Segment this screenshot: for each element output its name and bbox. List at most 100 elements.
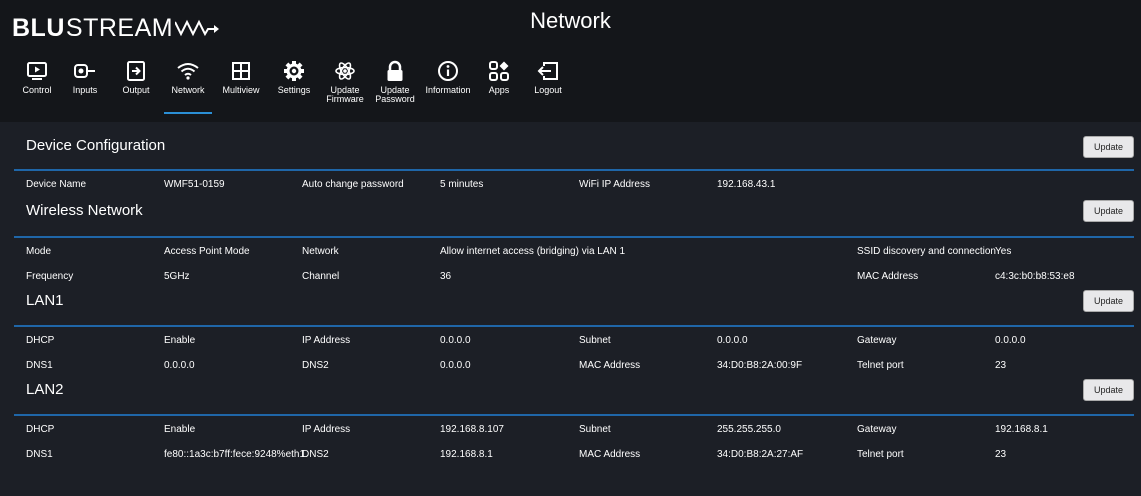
value-wifi-ip: 192.168.43.1 (717, 179, 776, 190)
update-device-config-button[interactable]: Update (1082, 136, 1134, 158)
device-config-row: Device Name WMF51-0159 Auto change passw… (14, 171, 1134, 196)
lan1-header: LAN1 Update (14, 288, 1134, 322)
label-dns2: DNS2 (302, 360, 329, 371)
multiview-icon (232, 62, 250, 80)
value-subnet: 0.0.0.0 (717, 335, 748, 346)
label-device-name: Device Name (26, 179, 87, 190)
nav-label-update-firmware-text: Update Firmware (326, 85, 364, 104)
value-mode: Access Point Mode (164, 246, 250, 257)
value-dns1: fe80::1a3c:b7ff:fece:9248%eth1 (164, 449, 306, 460)
nav-network[interactable]: Network (162, 56, 214, 116)
top-header: BLU STREAM Network Control Inputs Output … (0, 0, 1141, 122)
value-gateway: 192.168.8.1 (995, 424, 1048, 435)
apps-icon (489, 61, 509, 81)
section-title-lan1: LAN1 (26, 292, 64, 309)
wireless-row-2: Frequency 5GHz Channel 36 MAC Address c4… (14, 263, 1134, 288)
value-mac-address: 34:D0:B8:2A:00:9F (717, 360, 803, 371)
nav-label-control: Control (22, 85, 52, 95)
nav-output[interactable]: Output (110, 56, 162, 116)
label-telnet-port: Telnet port (857, 449, 904, 460)
label-ip-address: IP Address (302, 335, 351, 346)
section-title-wireless: Wireless Network (26, 202, 143, 219)
label-ip-address: IP Address (302, 424, 351, 435)
nav-label-update-password: Update Password (375, 86, 415, 104)
atom-icon (335, 62, 355, 80)
label-mac-address: MAC Address (857, 271, 919, 282)
value-mac-address: 34:D0:B8:2A:27:AF (717, 449, 804, 460)
nav-label-network: Network (171, 85, 205, 95)
label-network: Network (302, 246, 339, 257)
nav-label-output: Output (122, 85, 150, 95)
device-config-header: Device Configuration Update (14, 128, 1134, 166)
value-subnet: 255.255.255.0 (717, 424, 781, 435)
label-wifi-ip: WiFi IP Address (579, 179, 650, 190)
nav-label-logout: Logout (534, 85, 562, 95)
value-frequency: 5GHz (164, 271, 190, 282)
label-telnet-port: Telnet port (857, 360, 904, 371)
nav-control[interactable]: Control (14, 56, 60, 116)
label-dhcp: DHCP (26, 424, 55, 435)
lan1-row-2: DNS1 0.0.0.0 DNS2 0.0.0.0 MAC Address 34… (14, 352, 1134, 377)
nav-label-multiview: Multiview (222, 85, 260, 95)
value-telnet-port: 23 (995, 360, 1007, 371)
label-mode: Mode (26, 246, 52, 257)
output-icon (127, 61, 145, 81)
label-auto-change-password: Auto change password (302, 179, 404, 190)
value-dns2: 192.168.8.1 (440, 449, 493, 460)
nav-label-update-firmware: Update Firmware (326, 86, 364, 104)
nav-update-password[interactable]: Update Password (370, 56, 420, 116)
value-channel: 36 (440, 271, 452, 282)
label-dhcp: DHCP (26, 335, 55, 346)
input-icon (74, 64, 95, 78)
nav-apps[interactable]: Apps (476, 56, 522, 116)
label-mac-address: MAC Address (579, 360, 641, 371)
value-auto-change-password: 5 minutes (440, 179, 484, 190)
nav-label-inputs: Inputs (72, 85, 98, 95)
section-title-lan2: LAN2 (26, 381, 64, 398)
play-screen-icon (27, 62, 47, 80)
value-telnet-port: 23 (995, 449, 1007, 460)
label-dns1: DNS1 (26, 449, 53, 460)
lan2-row-1: DHCP Enable IP Address 192.168.8.107 Sub… (14, 416, 1134, 441)
label-channel: Channel (302, 271, 340, 282)
label-subnet: Subnet (579, 335, 611, 346)
value-ip-address: 192.168.8.107 (440, 424, 504, 435)
value-dns1: 0.0.0.0 (164, 360, 195, 371)
nav-inputs[interactable]: Inputs (60, 56, 110, 116)
update-lan2-button[interactable]: Update (1082, 379, 1134, 401)
value-dns2: 0.0.0.0 (440, 360, 471, 371)
lan2-header: LAN2 Update (14, 377, 1134, 411)
label-mac-address: MAC Address (579, 449, 641, 460)
value-ssid-discovery: Yes (995, 246, 1012, 257)
wireless-header: Wireless Network Update (14, 196, 1134, 233)
nav-information[interactable]: Information (420, 56, 476, 116)
label-subnet: Subnet (579, 424, 611, 435)
nav-logout[interactable]: Logout (522, 56, 574, 116)
label-dns1: DNS1 (26, 360, 53, 371)
label-gateway: Gateway (857, 335, 897, 346)
gear-icon (284, 61, 304, 81)
nav-multiview[interactable]: Multiview (214, 56, 268, 116)
nav-label-apps: Apps (488, 85, 510, 95)
value-mac-address: c4:3c:b0:b8:53:e8 (995, 271, 1075, 282)
nav-label-settings: Settings (277, 85, 311, 95)
update-wireless-button[interactable]: Update (1082, 200, 1134, 222)
value-network: Allow internet access (bridging) via LAN… (440, 246, 626, 257)
label-frequency: Frequency (26, 271, 74, 282)
nav-label-information: Information (425, 85, 471, 95)
value-device-name: WMF51-0159 (164, 179, 225, 190)
value-gateway: 0.0.0.0 (995, 335, 1026, 346)
update-lan1-button[interactable]: Update (1082, 290, 1134, 312)
value-ip-address: 0.0.0.0 (440, 335, 471, 346)
nav-update-firmware[interactable]: Update Firmware (320, 56, 370, 116)
network-settings-panel: Device Configuration Update Device Name … (14, 128, 1134, 466)
main-nav: Control Inputs Output Network Multiview … (14, 56, 574, 116)
nav-settings[interactable]: Settings (268, 56, 320, 116)
wireless-row-1: Mode Access Point Mode Network Allow int… (14, 238, 1134, 263)
value-dhcp: Enable (164, 335, 196, 346)
page-title: Network (530, 8, 611, 33)
section-title-device-config: Device Configuration (26, 137, 166, 154)
info-icon (438, 61, 458, 81)
label-dns2: DNS2 (302, 449, 329, 460)
nav-label-update-password-text: Update Password (375, 85, 415, 104)
